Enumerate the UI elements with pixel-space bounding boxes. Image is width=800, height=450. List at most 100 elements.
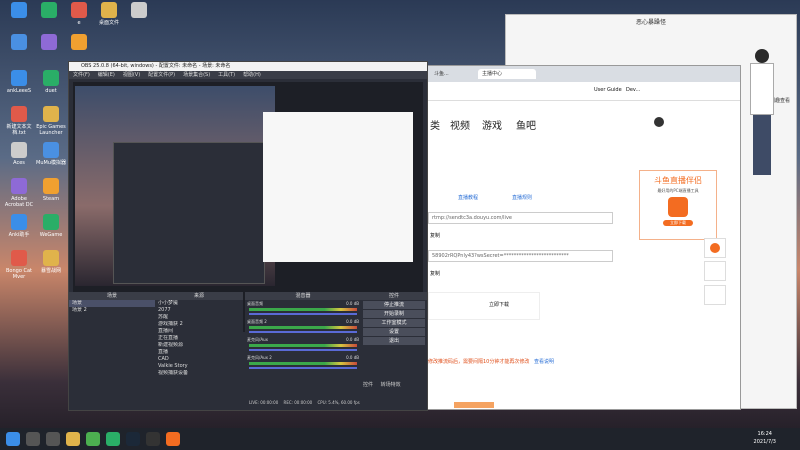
explorer-icon[interactable] xyxy=(66,432,80,446)
download-button[interactable]: 立即下载 xyxy=(489,301,509,308)
clock-date: 2021/7/3 xyxy=(753,439,776,445)
obs-menu: 文件(F) 编辑(E) 视图(V) 配置文件(P) 场景集合(S) 工具(T) 帮助(H) xyxy=(69,71,427,79)
source-item[interactable]: 小小梦魇 xyxy=(155,300,243,307)
nav-item-1[interactable]: 类 xyxy=(430,117,440,132)
chrome-icon[interactable] xyxy=(86,432,100,446)
app-icon xyxy=(43,70,59,86)
desktop-icon[interactable]: Adobe Acrobat DC xyxy=(2,178,36,208)
wechat-icon[interactable] xyxy=(106,432,120,446)
control-button[interactable]: 停止推流 xyxy=(363,301,425,309)
nav-item-game[interactable]: 游戏 xyxy=(482,117,502,132)
menu-item[interactable]: 文件(F) xyxy=(73,72,90,78)
side-gift-icon[interactable] xyxy=(704,285,726,305)
source-item[interactable]: 正在直播 xyxy=(155,335,243,342)
desktop-icon[interactable] xyxy=(2,34,36,52)
desktop-icon[interactable]: 桌面文件 xyxy=(92,2,126,26)
desktop-icon[interactable]: e xyxy=(62,2,96,26)
orange-button[interactable] xyxy=(454,402,494,408)
desktop-icon[interactable]: Steam xyxy=(34,178,68,202)
menu-item[interactable]: 帮助(H) xyxy=(243,72,261,78)
douyu-icon[interactable] xyxy=(166,432,180,446)
desktop-icon[interactable]: Bongo Cat Mver xyxy=(2,250,36,280)
app-icon xyxy=(11,34,27,50)
desktop-icon[interactable] xyxy=(2,2,36,20)
desktop-icon-label: 暴雪战网 xyxy=(40,268,61,274)
side-home-icon[interactable] xyxy=(704,261,726,281)
desktop-icon[interactable]: Aces xyxy=(2,142,36,166)
desktop-icon-label: MuMu模拟器 xyxy=(36,160,66,166)
desktop-icon[interactable]: ankLeeeS xyxy=(2,70,36,94)
nav-item-fishbar[interactable]: 鱼吧 xyxy=(516,117,536,132)
menu-item[interactable]: 工具(T) xyxy=(218,72,235,78)
menu-item[interactable]: 配置文件(P) xyxy=(148,72,175,78)
source-item[interactable]: 视频捕获设备 xyxy=(155,370,243,377)
volume-slider[interactable] xyxy=(249,349,357,351)
desktop-icon[interactable] xyxy=(32,34,66,52)
volume-slider[interactable] xyxy=(249,367,357,369)
control-button[interactable]: 工作室模式 xyxy=(363,319,425,327)
app-icon xyxy=(11,178,27,194)
mixer-header: 混音器 xyxy=(245,292,361,300)
app-icon xyxy=(11,250,27,266)
menu-item[interactable]: 场景集合(S) xyxy=(183,72,210,78)
tab-controls[interactable]: 控件 xyxy=(363,382,373,388)
tab-douyu[interactable]: 斗鱼... xyxy=(430,69,453,79)
bookmark-dev[interactable]: Dev... xyxy=(626,87,640,93)
rules-link[interactable]: 直播规则 xyxy=(512,194,532,201)
promo-subtitle: 最好用的PC端直播工具 xyxy=(657,188,699,193)
menu-item[interactable]: 视图(V) xyxy=(123,72,140,78)
notice-link[interactable]: 查看说明 xyxy=(534,358,554,365)
source-item[interactable]: 2077 xyxy=(155,307,243,314)
menu-item[interactable]: 编辑(E) xyxy=(98,72,115,78)
server-url-field[interactable]: rtmp://sendtc3a.douyu.com/live xyxy=(428,212,613,224)
source-item[interactable]: 游戏捕获 2 xyxy=(155,321,243,328)
desktop-icon[interactable]: Epic Games Launcher xyxy=(34,106,68,136)
source-item[interactable]: CAD xyxy=(155,356,243,363)
scene-item[interactable]: 场景 2 xyxy=(69,307,155,314)
scene-item[interactable]: 场景 xyxy=(69,300,155,307)
source-item[interactable]: 新建视频源 xyxy=(155,342,243,349)
download-card: 立即下载 xyxy=(428,292,540,320)
avatar xyxy=(654,117,664,127)
copy-key-button[interactable]: 复制 xyxy=(430,270,440,277)
bookmark-user-guide[interactable]: User Guide xyxy=(594,87,622,93)
steam-icon[interactable] xyxy=(126,432,140,446)
mixer-dock: 混音器 桌面音频 0.0 dB 桌面音频 2 0.0 dB 麦克风/Aux 0.0 dB 麦… xyxy=(245,292,361,396)
control-button[interactable]: 设置 xyxy=(363,328,425,336)
desktop-icon[interactable]: WeGame xyxy=(34,214,68,238)
tab-streamer-center[interactable]: 主播中心 xyxy=(478,69,536,79)
desktop-icon[interactable]: duet xyxy=(34,70,68,94)
mixer-channel: 麦克风/Aux 2 0.0 dB xyxy=(245,354,361,372)
source-item[interactable]: Valkie Story xyxy=(155,363,243,370)
tab-transitions[interactable]: 转场特效 xyxy=(381,382,401,388)
desktop-icon[interactable] xyxy=(62,34,96,52)
stream-key-field[interactable]: 58902rRQPnly43?wsSecret=****************… xyxy=(428,250,613,262)
desktop-icon[interactable]: 新建文本文档.txt xyxy=(2,106,36,136)
search-icon[interactable] xyxy=(26,432,40,446)
taskview-icon[interactable] xyxy=(46,432,60,446)
mixer-channel-name: 麦克风/Aux xyxy=(247,337,268,342)
control-button[interactable]: 开始录制 xyxy=(363,310,425,318)
volume-slider[interactable] xyxy=(249,313,357,315)
obs-icon[interactable] xyxy=(146,432,160,446)
desktop-icon[interactable] xyxy=(122,2,156,20)
desktop-icon[interactable]: 暴雪战网 xyxy=(34,250,68,274)
volume-slider[interactable] xyxy=(249,331,357,333)
promo-download-button[interactable]: 立即下载 xyxy=(663,220,693,226)
source-item[interactable]: 苏醒 xyxy=(155,314,243,321)
nav-item-video[interactable]: 视频 xyxy=(450,117,470,132)
side-play-icon[interactable] xyxy=(704,238,726,258)
app-icon xyxy=(11,142,27,158)
control-button[interactable]: 退出 xyxy=(363,337,425,345)
promo-card: 斗鱼直播伴侣 最好用的PC端直播工具 立即下载 xyxy=(639,170,717,240)
app-icon xyxy=(11,214,27,230)
tutorial-link[interactable]: 直播教程 xyxy=(458,194,478,201)
source-item[interactable]: 直播间 xyxy=(155,328,243,335)
obs-window: OBS 25.0.8 (64-bit, windows) - 配置文件: 未命名… xyxy=(68,61,428,411)
start-icon[interactable] xyxy=(6,432,20,446)
desktop-icon[interactable]: MuMu模拟器 xyxy=(34,142,68,166)
desktop-icon[interactable]: Anki助手 xyxy=(2,214,36,238)
source-item[interactable]: 直播 xyxy=(155,349,243,356)
desktop-icon[interactable] xyxy=(32,2,66,20)
copy-server-button[interactable]: 复制 xyxy=(430,232,440,239)
